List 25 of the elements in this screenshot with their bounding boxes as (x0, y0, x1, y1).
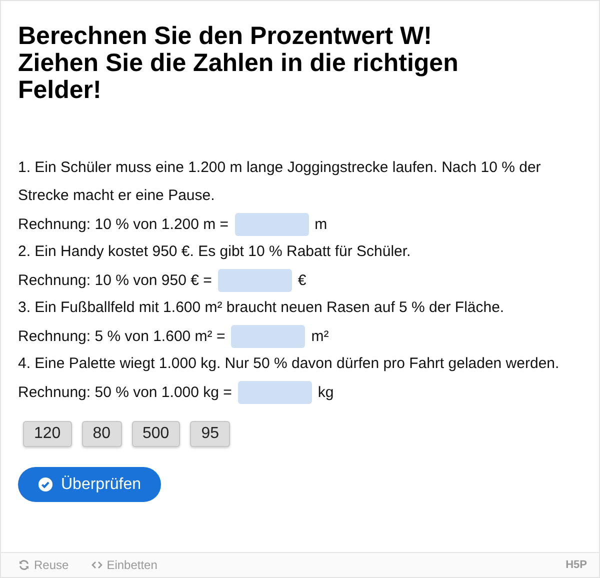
drop-zone[interactable] (218, 268, 292, 292)
calculation-text: Rechnung: 50 % von 1.000 kg = (18, 384, 232, 400)
unit-label: € (298, 272, 306, 288)
drop-zone[interactable] (231, 324, 306, 348)
unit-label: kg (318, 384, 334, 400)
question-text: 3. Ein Fußballfeld mit 1.600 m² braucht neuen Rasen auf 5 % der Fläche. (18, 298, 506, 318)
question-text: 4. Eine Palette wiegt 1.000 kg. Nur 50 % davon dürfen pro Fahrt geladen werden. (18, 354, 560, 374)
draggable-number[interactable]: 95 (190, 421, 230, 447)
drop-zone[interactable] (238, 380, 312, 404)
unit-label: m (314, 216, 328, 232)
draggable-number[interactable]: 500 (132, 421, 180, 447)
code-icon (90, 559, 103, 571)
unit-label: m² (311, 328, 329, 344)
drop-zone[interactable] (234, 212, 309, 236)
calculation-text: Rechnung: 5 % von 1.600 m² = (18, 328, 226, 344)
check-button[interactable]: Überprüfen (18, 467, 162, 502)
question-text: 2. Ein Handy kostet 950 €. Es gibt 10 % Rabatt für Schüler. (18, 242, 412, 262)
calculation-text: Rechnung: 10 % von 950 € = (18, 272, 212, 288)
question-text: 1. Ein Schüler muss eine 1.200 m lange Joggingstrecke laufen. Nach 10 % der Strecke macht er eine Pause. (18, 158, 542, 206)
task-title: Berechnen Sie den Prozentwert W! Ziehen Sie die Zahlen in die richtigen Felder! (18, 23, 460, 104)
draggable-number[interactable]: 120 (23, 421, 72, 447)
draggable-number[interactable]: 80 (82, 421, 122, 447)
check-circle-icon (38, 477, 53, 492)
refresh-icon (18, 559, 30, 571)
calculation-text: Rechnung: 10 % von 1.200 m = (18, 216, 229, 232)
